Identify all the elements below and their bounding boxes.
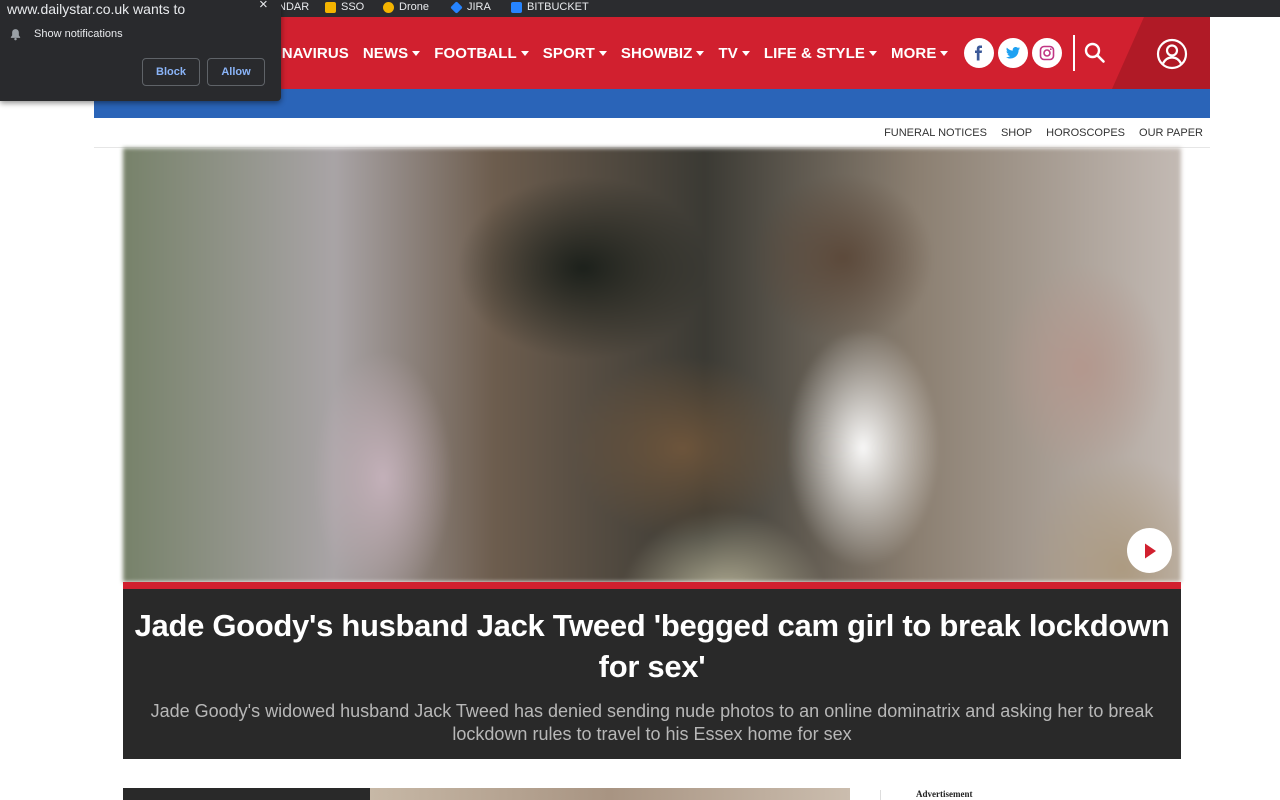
popup-title: www.dailystar.co.uk wants to [7, 1, 186, 17]
article-card-label[interactable] [123, 788, 370, 800]
bookmark-sso[interactable]: SSO [325, 0, 364, 14]
twitter-link[interactable] [998, 38, 1028, 68]
nav-item-life-style[interactable]: LIFE & STYLE [763, 44, 878, 62]
nav-item-showbiz[interactable]: SHOWBIZ [621, 45, 705, 62]
sidebar-divider [880, 790, 881, 800]
our-paper-link[interactable]: OUR PAPER [1139, 127, 1203, 139]
bookmark-drone[interactable]: Drone [383, 0, 429, 14]
nav-label: ONAVIRUS [270, 44, 349, 62]
utility-bar: FUNERAL NOTICES SHOP HOROSCOPES OUR PAPE… [94, 118, 1210, 148]
nav-label: LIFE & STYLE [763, 44, 866, 62]
bitbucket-icon [511, 1, 522, 13]
close-icon[interactable]: × [259, 0, 268, 13]
hero-headline[interactable]: Jade Goody's husband Jack Tweed 'begged … [133, 605, 1171, 687]
search-button[interactable] [1082, 40, 1108, 66]
nav-item-news[interactable]: NEWS [362, 44, 421, 62]
bookmark-label: SSO [341, 1, 365, 13]
nav-label: NEWS [362, 44, 409, 62]
account-button[interactable] [1156, 38, 1188, 70]
instagram-link[interactable] [1032, 38, 1062, 68]
nav-label: SHOWBIZ [620, 44, 693, 62]
bookmark-jira[interactable]: JIRA [450, 0, 491, 14]
play-video-button[interactable] [1127, 528, 1172, 573]
bookmark-label: BITBUCKET [527, 1, 589, 13]
allow-button[interactable]: Allow [207, 58, 265, 86]
permission-request-text: Show notifications [34, 28, 123, 40]
bookmark-label: Drone [399, 1, 429, 13]
advertisement-label: Advertisement [916, 789, 973, 799]
nav-item-sport[interactable]: SPORT [543, 45, 607, 62]
main-nav: ONAVIRUS NEWS FOOTBALL SPORT SHOWBIZ TV … [270, 17, 962, 89]
nav-item-tv[interactable]: TV [718, 44, 750, 62]
facebook-icon [975, 45, 983, 61]
twitter-icon [1006, 47, 1020, 59]
drone-icon [383, 1, 394, 13]
caret-down-icon [696, 50, 705, 56]
nav-label: SPORT [542, 44, 595, 62]
jira-icon [450, 0, 463, 14]
hero-standfirst: Jade Goody's widowed husband Jack Tweed … [150, 701, 1154, 744]
search-icon [1084, 42, 1105, 63]
hero-accent-rule [123, 582, 1181, 589]
bookmark-label: NDAR [278, 1, 310, 13]
caret-down-icon [741, 50, 750, 56]
nav-item-more[interactable]: MORE [891, 44, 949, 62]
caret-down-icon [520, 50, 529, 56]
caret-down-icon [940, 50, 949, 56]
article-card-image[interactable] [370, 788, 850, 800]
hero-caption: Jade Goody's husband Jack Tweed 'begged … [123, 589, 1181, 759]
horoscopes-link[interactable]: HOROSCOPES [1046, 127, 1125, 139]
notification-permission-popup: www.dailystar.co.uk wants to × Show noti… [0, 0, 281, 101]
hero-video-thumbnail[interactable] [123, 148, 1181, 582]
instagram-icon [1039, 45, 1055, 61]
bookmark-label: JIRA [467, 1, 491, 13]
play-icon [1144, 543, 1156, 558]
nav-item-football[interactable]: FOOTBALL [434, 44, 529, 62]
facebook-link[interactable] [964, 38, 994, 68]
nav-item-coronavirus[interactable]: ONAVIRUS [270, 45, 349, 62]
folder-icon [325, 1, 336, 13]
caret-down-icon [598, 50, 607, 56]
bookmark-bitbucket[interactable]: BITBUCKET [511, 0, 589, 14]
caret-down-icon [869, 50, 878, 56]
caret-down-icon [412, 50, 421, 56]
header-divider [1073, 35, 1075, 71]
nav-label: FOOTBALL [434, 44, 517, 62]
funeral-notices-link[interactable]: FUNERAL NOTICES [884, 127, 987, 139]
user-icon [1156, 38, 1188, 70]
shop-link[interactable]: SHOP [1001, 127, 1032, 139]
bell-icon [10, 29, 21, 41]
block-button[interactable]: Block [142, 58, 200, 86]
nav-label: TV [718, 44, 738, 62]
nav-label: MORE [891, 44, 937, 62]
